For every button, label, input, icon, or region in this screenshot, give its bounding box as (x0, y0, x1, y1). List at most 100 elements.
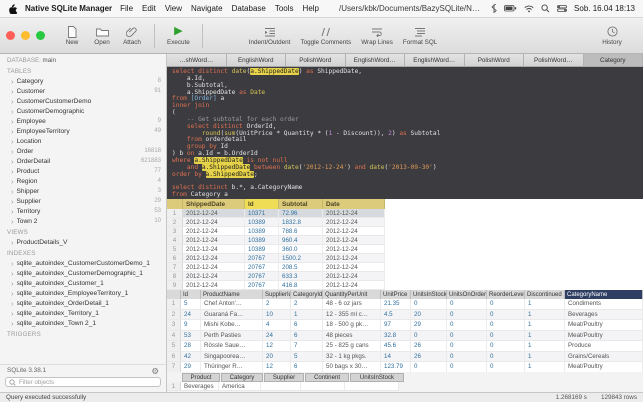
app-menu[interactable]: Native SQLite Manager (25, 4, 112, 13)
format-sql-button[interactable]: Format SQL (398, 19, 442, 52)
menu-database[interactable]: Database (232, 4, 266, 13)
cell[interactable]: 2012-12-24 (183, 272, 245, 280)
cell[interactable]: 0 (411, 362, 447, 372)
sql-editor[interactable]: select distinct date(a.ShippedDate) as S… (167, 67, 643, 199)
cell[interactable]: 1 (525, 320, 565, 330)
column-header-supplier[interactable]: Supplier (264, 373, 304, 382)
cell[interactable]: 788.6 (279, 227, 323, 235)
cell[interactable]: 5 (291, 351, 323, 361)
tab-5[interactable]: EnglishWord… (405, 54, 465, 66)
cell[interactable]: America (219, 382, 261, 390)
cell[interactable]: 25 - 825 g cans (323, 341, 381, 351)
cell[interactable]: 0 (411, 330, 447, 340)
cell[interactable]: 21.35 (381, 299, 411, 309)
toggle-comments-button[interactable]: Toggle Comments (295, 19, 356, 52)
cell[interactable]: 1 (525, 362, 565, 372)
column-header-productname[interactable]: ProductName (201, 290, 263, 299)
sidebar-item-employeeterritory[interactable]: › EmployeeTerritory 49 (0, 126, 166, 136)
cell[interactable]: 32 - 1 kg pkgs. (323, 351, 381, 361)
cell[interactable]: 0 (447, 330, 487, 340)
sidebar-item-shipper[interactable]: › Shipper 3 (0, 186, 166, 196)
menu-help[interactable]: Help (303, 4, 319, 13)
cell[interactable]: Meat/Poultry (565, 362, 643, 372)
cell[interactable]: 2012-12-24 (323, 245, 385, 253)
attach-button[interactable]: Attach (117, 19, 147, 52)
cell[interactable]: 208.5 (279, 263, 323, 271)
cell[interactable]: 2 (263, 299, 291, 309)
cell[interactable]: 0 (487, 351, 525, 361)
table-row[interactable]: 6 42 Singapoorea… 20 5 32 - 1 kg pkgs. 14 26 0 0 1… (167, 351, 643, 362)
cell[interactable]: 2012-12-24 (183, 236, 245, 244)
zoom-window-button[interactable] (36, 31, 45, 40)
cell[interactable]: 0 (447, 362, 487, 372)
sidebar-item-orderdetail[interactable]: › OrderDetail 621883 (0, 156, 166, 166)
cell[interactable] (345, 382, 399, 390)
sidebar-item-sqlite_autoindex_territory_1[interactable]: › sqlite_autoindex_Territory_1 (0, 308, 166, 318)
apple-menu[interactable] (8, 3, 17, 14)
column-header-id[interactable]: Id (245, 199, 279, 209)
cell[interactable]: 2012-12-24 (183, 209, 245, 217)
tab-1[interactable]: …shWord… (167, 54, 227, 66)
cell[interactable]: Perth Pasties (201, 330, 263, 340)
cell[interactable]: 20767 (245, 263, 279, 271)
cell[interactable]: 18 - 500 g pk… (323, 320, 381, 330)
sidebar-item-sqlite_autoindex_employeeterritory_1[interactable]: › sqlite_autoindex_EmployeeTerritory_1 (0, 288, 166, 298)
table-row[interactable]: 9 2012-12-24 20767 416.8 2012-12-24 (167, 281, 385, 290)
column-header-supplierid[interactable]: SupplierId (263, 290, 291, 299)
cell[interactable]: 10389 (245, 245, 279, 253)
cell[interactable]: Condiments (565, 299, 643, 309)
sidebar-item-order[interactable]: › Order 16818 (0, 146, 166, 156)
cell[interactable]: Grains/Cereals (565, 351, 643, 361)
cell[interactable]: 26 (411, 341, 447, 351)
cell[interactable]: 1 (525, 351, 565, 361)
cell[interactable]: 2012-12-24 (323, 218, 385, 226)
menu-navigate[interactable]: Navigate (191, 4, 223, 13)
table-row[interactable]: 4 2012-12-24 10389 960.4 2012-12-24 (167, 236, 385, 245)
cell[interactable]: 29 (411, 320, 447, 330)
sidebar-item-customerdemographic[interactable]: › CustomerDemographic (0, 106, 166, 116)
column-header-discontinued[interactable]: Discontinued (525, 290, 565, 299)
table-row[interactable]: 6 2012-12-24 20767 1500.2 2012-12-24 (167, 254, 385, 263)
menu-view[interactable]: View (165, 4, 182, 13)
table-row[interactable]: 8 2012-12-24 20767 633.3 2012-12-24 (167, 272, 385, 281)
search-icon[interactable] (541, 4, 550, 13)
column-header-unitsonorder[interactable]: UnitsOnOrder (447, 290, 487, 299)
cell[interactable]: Chef Anton'… (201, 299, 263, 309)
cell[interactable]: 12 (263, 341, 291, 351)
filter-objects-input[interactable] (19, 378, 157, 386)
filter-objects-box[interactable] (5, 377, 161, 387)
sidebar-item-product[interactable]: › Product 77 (0, 166, 166, 176)
cell[interactable]: 1 (525, 330, 565, 340)
sidebar-item-productdetails_v[interactable]: › ProductDetails_V (0, 237, 166, 247)
bluetooth-icon[interactable] (491, 4, 497, 13)
cell[interactable]: 123.79 (381, 362, 411, 372)
table-row[interactable]: 7 29 Thüringer R… 12 6 50 bags x 30… 123.79 0 0 0… (167, 362, 643, 372)
cell[interactable]: 20767 (245, 281, 279, 289)
table-row[interactable]: 1 2012-12-24 10371 72.96 2012-12-24 (167, 209, 385, 218)
table-row[interactable]: 7 2012-12-24 20767 208.5 2012-12-24 (167, 263, 385, 272)
cell[interactable]: 1 (525, 299, 565, 309)
execute-button[interactable]: ▶ Execute (162, 19, 195, 52)
indent-outdent-button[interactable]: Indent/Outdent (244, 19, 296, 52)
cell[interactable]: 2012-12-24 (323, 254, 385, 262)
column-header-shippeddate[interactable]: ShippedDate (183, 199, 245, 209)
wifi-icon[interactable] (524, 5, 534, 13)
cell[interactable]: 4.5 (381, 309, 411, 319)
cell[interactable]: 0 (487, 362, 525, 372)
column-header-category[interactable]: Category (221, 373, 263, 382)
sidebar-item-sqlite_autoindex_orderdetail_1[interactable]: › sqlite_autoindex_OrderDetail_1 (0, 298, 166, 308)
table-row[interactable]: 2 2012-12-24 10389 1832.8 2012-12-24 (167, 218, 385, 227)
battery-icon[interactable] (504, 5, 517, 12)
column-header-date[interactable]: Date (323, 199, 385, 209)
column-header-id[interactable]: Id (181, 290, 201, 299)
cell[interactable]: 0 (447, 299, 487, 309)
menubar-clock[interactable]: Sob. 16.04 18:13 (574, 4, 635, 13)
cell[interactable]: 1500.2 (279, 254, 323, 262)
cell[interactable]: 29 (181, 362, 201, 372)
cell[interactable] (301, 382, 345, 390)
cell[interactable]: 2012-12-24 (323, 209, 385, 217)
cell[interactable]: 1832.8 (279, 218, 323, 226)
wrap-lines-button[interactable]: Wrap Lines (356, 19, 398, 52)
sidebar-item-sqlite_autoindex_customer_1[interactable]: › sqlite_autoindex_Customer_1 (0, 278, 166, 288)
cell[interactable]: 12 - 355 ml c… (323, 309, 381, 319)
